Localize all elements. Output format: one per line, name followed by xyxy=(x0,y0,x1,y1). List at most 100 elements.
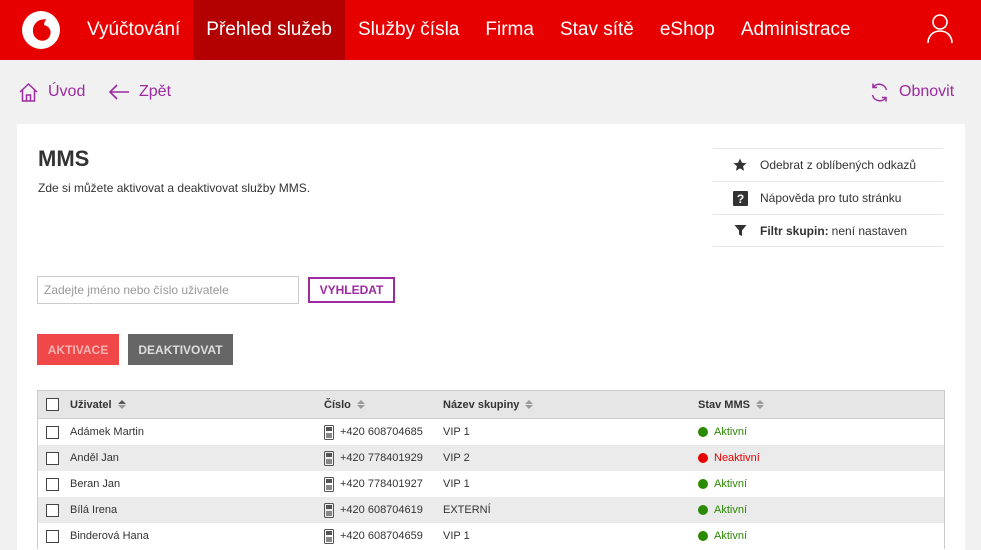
back-link-label: Zpět xyxy=(139,83,172,100)
column-header-status[interactable]: Stav MMS xyxy=(698,391,764,418)
sort-icon xyxy=(356,400,365,409)
row-number: +420 778401927 xyxy=(340,478,423,490)
row-status-label: Aktivní xyxy=(714,426,748,438)
vodafone-logo[interactable] xyxy=(11,0,71,60)
back-link[interactable]: Zpět xyxy=(108,80,171,104)
star-icon xyxy=(725,158,755,172)
table-row: Beran Jan +420 778401927 VIP 1 Aktivní xyxy=(38,471,944,497)
table-row: Anděl Jan +420 778401929 VIP 2 Neaktivní xyxy=(38,445,944,471)
page-description: Zde si můžete aktivovat a deaktivovat sl… xyxy=(38,181,311,195)
row-user: Adámek Martin xyxy=(70,426,144,438)
nav-item-vyuctovani[interactable]: Vyúčtování xyxy=(74,0,193,60)
refresh-link[interactable]: Obnovit xyxy=(869,80,954,104)
row-checkbox[interactable] xyxy=(46,529,59,543)
row-number-cell: +420 608704659 xyxy=(324,523,423,549)
column-header-number-label: Číslo xyxy=(324,398,351,411)
status-active-icon xyxy=(698,531,708,541)
group-filter-link[interactable]: Filtr skupin: není nastaven xyxy=(713,214,943,247)
table-row: Binderová Hana +420 608704659 VIP 1 Akti… xyxy=(38,523,944,549)
sort-icon xyxy=(117,400,126,409)
search-button[interactable]: VYHLEDAT xyxy=(308,277,395,303)
row-group: VIP 1 xyxy=(443,478,470,490)
sort-icon xyxy=(755,400,764,409)
table-row: Bílá Irena +420 608704619 EXTERNÍ Aktivn… xyxy=(38,497,944,523)
nav-item-administrace[interactable]: Administrace xyxy=(728,0,864,60)
column-header-group[interactable]: Název skupiny xyxy=(443,391,534,418)
table-header: Uživatel Číslo Název skupiny Stav MMS xyxy=(38,391,944,419)
arrow-left-icon xyxy=(108,84,129,100)
nav-item-stav-site[interactable]: Stav sítě xyxy=(547,0,647,60)
users-table: Uživatel Číslo Název skupiny Stav MMS Ad… xyxy=(37,390,945,549)
mobile-phone-icon xyxy=(324,450,334,466)
row-checkbox[interactable] xyxy=(46,477,59,491)
status-inactive-icon xyxy=(698,453,708,463)
row-number-cell: +420 778401929 xyxy=(324,445,423,471)
sort-icon xyxy=(525,400,534,409)
row-group: VIP 1 xyxy=(443,426,470,438)
help-label: Nápověda pro tuto stránku xyxy=(760,191,902,205)
user-account-icon[interactable] xyxy=(925,12,955,46)
row-group: VIP 2 xyxy=(443,452,470,464)
remove-favorite-label: Odebrat z oblíbených odkazů xyxy=(760,158,917,172)
activate-button[interactable]: AKTIVACE xyxy=(37,334,119,365)
row-status-label: Aktivní xyxy=(714,478,748,490)
page-title: MMS xyxy=(38,146,90,171)
breadcrumb-bar: Úvod Zpět Obnovit xyxy=(0,60,981,124)
row-number-cell: +420 778401927 xyxy=(324,471,423,497)
row-checkbox[interactable] xyxy=(46,451,59,465)
group-filter-value: není nastaven xyxy=(831,223,908,238)
status-active-icon xyxy=(698,427,708,437)
help-link[interactable]: ? Nápověda pro tuto stránku xyxy=(713,181,943,214)
top-navigation: Vyúčtování Přehled služeb Služby čísla F… xyxy=(0,0,981,60)
row-status: Neaktivní xyxy=(698,445,760,471)
row-number-cell: +420 608704619 xyxy=(324,497,423,523)
row-user: Beran Jan xyxy=(70,478,121,490)
group-filter-label: Filtr skupin: xyxy=(760,223,829,238)
table-row: Adámek Martin +420 608704685 VIP 1 Aktiv… xyxy=(38,419,944,445)
mobile-phone-icon xyxy=(324,476,334,492)
row-user: Anděl Jan xyxy=(70,452,119,464)
deactivate-button[interactable]: DEAKTIVOVAT xyxy=(128,334,233,365)
select-all-checkbox[interactable] xyxy=(46,398,59,411)
row-status-label: Aktivní xyxy=(714,504,748,516)
row-checkbox[interactable] xyxy=(46,503,59,517)
filter-icon xyxy=(725,224,755,237)
row-group: VIP 1 xyxy=(443,530,470,542)
row-status: Aktivní xyxy=(698,497,747,523)
row-status-label: Neaktivní xyxy=(714,452,760,464)
svg-text:?: ? xyxy=(736,192,743,206)
row-checkbox[interactable] xyxy=(46,425,59,439)
column-header-status-label: Stav MMS xyxy=(698,398,750,411)
side-links: Odebrat z oblíbených odkazů ? Nápověda p… xyxy=(713,148,943,247)
content-panel: MMS Zde si můžete aktivovat a deaktivova… xyxy=(17,124,965,550)
mobile-phone-icon xyxy=(324,528,334,544)
column-header-user[interactable]: Uživatel xyxy=(70,391,126,418)
refresh-link-label: Obnovit xyxy=(899,83,955,100)
remove-favorite-link[interactable]: Odebrat z oblíbených odkazů xyxy=(713,148,943,181)
nav-item-prehled-sluzeb[interactable]: Přehled služeb xyxy=(193,0,345,60)
status-active-icon xyxy=(698,505,708,515)
home-link[interactable]: Úvod xyxy=(18,80,85,104)
status-active-icon xyxy=(698,479,708,489)
row-group: EXTERNÍ xyxy=(443,504,491,516)
column-header-user-label: Uživatel xyxy=(70,398,112,411)
row-number: +420 608704659 xyxy=(340,530,423,542)
nav-item-firma[interactable]: Firma xyxy=(472,0,547,60)
mobile-phone-icon xyxy=(324,424,334,440)
row-status-label: Aktivní xyxy=(714,530,748,542)
row-status: Aktivní xyxy=(698,419,747,445)
row-user: Bílá Irena xyxy=(70,504,118,516)
nav-item-sluzby-cisla[interactable]: Služby čísla xyxy=(345,0,472,60)
home-icon xyxy=(19,82,38,102)
column-header-number[interactable]: Číslo xyxy=(324,391,365,418)
row-user: Binderová Hana xyxy=(70,530,149,542)
row-number: +420 778401929 xyxy=(340,452,423,464)
search-input[interactable] xyxy=(37,276,299,304)
refresh-icon xyxy=(871,83,888,101)
row-number: +420 608704619 xyxy=(340,504,423,516)
row-status: Aktivní xyxy=(698,471,747,497)
nav-item-eshop[interactable]: eShop xyxy=(647,0,728,60)
column-header-group-label: Název skupiny xyxy=(443,398,520,411)
help-icon: ? xyxy=(725,190,755,206)
row-number: +420 608704685 xyxy=(340,426,423,438)
